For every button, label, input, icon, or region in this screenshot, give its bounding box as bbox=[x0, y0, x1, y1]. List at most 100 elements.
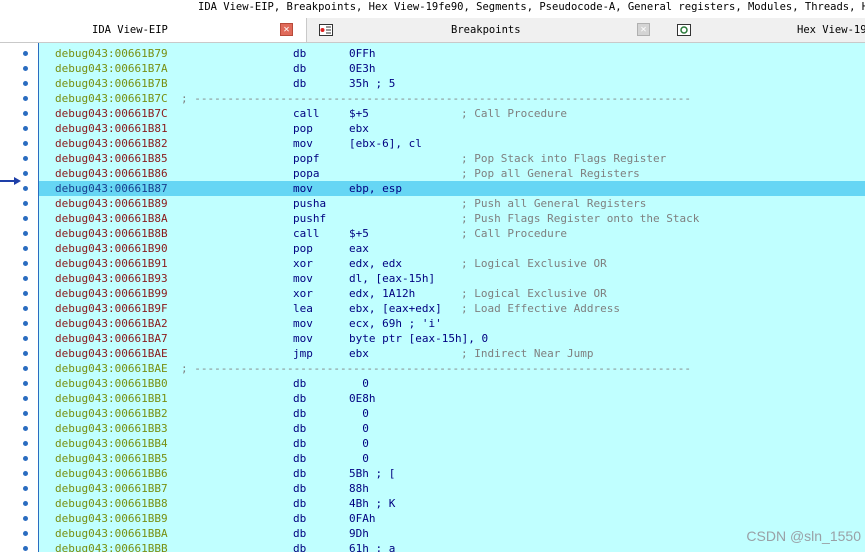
gutter-dot-icon bbox=[23, 426, 28, 431]
row-mnemonic: db bbox=[293, 422, 307, 435]
close-icon[interactable]: ✕ bbox=[637, 23, 650, 36]
disassembly-listing[interactable]: debug043:00661B79 db 0FFh debug043:00661B7A… bbox=[39, 43, 865, 552]
listing-row[interactable]: debug043:00661BB8 db 4Bh ; K bbox=[39, 496, 865, 511]
row-separator: ; --------------------------------------… bbox=[181, 92, 691, 105]
row-mnemonic: db bbox=[293, 437, 307, 450]
row-address: debug043:00661BB8 bbox=[55, 497, 168, 510]
gutter-dot-icon bbox=[23, 531, 28, 536]
row-mnemonic: mov bbox=[293, 332, 313, 345]
row-address: debug043:00661B93 bbox=[55, 272, 168, 285]
gutter-dot-icon bbox=[23, 216, 28, 221]
gutter-dot-icon bbox=[23, 201, 28, 206]
row-operands: 0FFh bbox=[349, 47, 376, 60]
listing-row[interactable]: debug043:00661BB0 db 0 bbox=[39, 376, 865, 391]
gutter-dot-icon bbox=[23, 96, 28, 101]
row-mnemonic: db bbox=[293, 452, 307, 465]
listing-row[interactable]: debug043:00661B8A pushf ; Push Flags Regis… bbox=[39, 211, 865, 226]
listing-row[interactable]: debug043:00661BBA db 9Dh bbox=[39, 526, 865, 541]
row-comment: ; Logical Exclusive OR bbox=[461, 287, 607, 300]
row-comment: ; Push Flags Register onto the Stack bbox=[461, 212, 700, 225]
row-operands: 0 bbox=[349, 452, 369, 465]
listing-row[interactable]: debug043:00661B9F lea ebx, [eax+edx] ; Load… bbox=[39, 301, 865, 316]
listing-row[interactable]: debug043:00661BA7 mov byte ptr [eax-15h], … bbox=[39, 331, 865, 346]
row-comment: ; Logical Exclusive OR bbox=[461, 257, 607, 270]
current-ip-arrow-icon bbox=[0, 177, 21, 185]
row-address: debug043:00661B87 bbox=[55, 182, 168, 195]
gutter-dot-icon bbox=[23, 171, 28, 176]
row-operands: 0FAh bbox=[349, 512, 376, 525]
listing-row[interactable]: debug043:00661B79 db 0FFh bbox=[39, 46, 865, 61]
gutter-dot-icon bbox=[23, 261, 28, 266]
listing-row[interactable]: debug043:00661BB5 db 0 bbox=[39, 451, 865, 466]
window-title-bar: IDA View-EIP, Breakpoints, Hex View-19fe… bbox=[0, 0, 865, 14]
listing-row[interactable]: debug043:00661B86 popa ; Pop all General R… bbox=[39, 166, 865, 181]
row-operands: 5Bh ; [ bbox=[349, 467, 396, 480]
close-icon[interactable]: ✕ bbox=[280, 23, 293, 36]
row-mnemonic: db bbox=[293, 527, 307, 540]
listing-row[interactable]: debug043:00661BAE ; ---------------------… bbox=[39, 361, 865, 376]
row-operands: 0E3h bbox=[349, 62, 376, 75]
tab-ida-view-eip[interactable]: IDA View-EIP ✕ bbox=[0, 18, 307, 42]
listing-row[interactable]: debug043:00661B90 pop eax bbox=[39, 241, 865, 256]
listing-row[interactable]: debug043:00661BB3 db 0 bbox=[39, 421, 865, 436]
listing-row[interactable]: debug043:00661B8B call $+5 ; Call Procedure bbox=[39, 226, 865, 241]
row-mnemonic: jmp bbox=[293, 347, 313, 360]
gutter-dot-icon bbox=[23, 516, 28, 521]
row-address: debug043:00661BBB bbox=[55, 542, 168, 552]
row-operands: $+5 bbox=[349, 107, 369, 120]
listing-row[interactable]: debug043:00661B82 mov [ebx-6], cl bbox=[39, 136, 865, 151]
gutter-dot-icon bbox=[23, 291, 28, 296]
row-operands: 0E8h bbox=[349, 392, 376, 405]
row-address: debug043:00661BB7 bbox=[55, 482, 168, 495]
tab-breakpoints-label: Breakpoints bbox=[451, 24, 521, 36]
row-mnemonic: db bbox=[293, 77, 307, 90]
row-operands: eax bbox=[349, 242, 369, 255]
row-operands: 0 bbox=[349, 407, 369, 420]
listing-row[interactable]: debug043:00661B89 pusha ; Push all General… bbox=[39, 196, 865, 211]
listing-row[interactable]: debug043:00661B81 pop ebx bbox=[39, 121, 865, 136]
gutter-dot-icon bbox=[23, 366, 28, 371]
row-mnemonic: pop bbox=[293, 122, 313, 135]
row-mnemonic: db bbox=[293, 482, 307, 495]
row-operands: byte ptr [eax-15h], 0 bbox=[349, 332, 489, 345]
listing-row[interactable]: debug043:00661B99 xor edx, 1A12h ; Logical … bbox=[39, 286, 865, 301]
listing-row-current[interactable]: debug043:00661B87 mov ebp, esp bbox=[39, 181, 865, 196]
gutter-dot-icon bbox=[23, 156, 28, 161]
listing-row[interactable]: debug043:00661B93 mov dl, [eax-15h] bbox=[39, 271, 865, 286]
listing-row[interactable]: debug043:00661B7C call $+5 ; Call Procedure bbox=[39, 106, 865, 121]
row-mnemonic: db bbox=[293, 407, 307, 420]
listing-row[interactable]: debug043:00661BB6 db 5Bh ; [ bbox=[39, 466, 865, 481]
row-address: debug043:00661B85 bbox=[55, 152, 168, 165]
row-address: debug043:00661BB4 bbox=[55, 437, 168, 450]
listing-row[interactable]: debug043:00661B85 popf ; Pop Stack into Fl… bbox=[39, 151, 865, 166]
tab-breakpoints[interactable]: Breakpoints ✕ bbox=[307, 18, 665, 42]
watermark: CSDN @sln_1550 bbox=[746, 528, 861, 544]
gutter-dot-icon bbox=[23, 81, 28, 86]
row-address: debug043:00661BAE bbox=[55, 362, 168, 375]
listing-row[interactable]: debug043:00661BB9 db 0FAh bbox=[39, 511, 865, 526]
listing-row[interactable]: debug043:00661BBB db 61h ; a bbox=[39, 541, 865, 552]
row-address: debug043:00661BA7 bbox=[55, 332, 168, 345]
listing-row[interactable]: debug043:00661BB2 db 0 bbox=[39, 406, 865, 421]
listing-row[interactable]: debug043:00661BB4 db 0 bbox=[39, 436, 865, 451]
row-mnemonic: pop bbox=[293, 242, 313, 255]
listing-row[interactable]: debug043:00661BB7 db 88h bbox=[39, 481, 865, 496]
row-address: debug043:00661B89 bbox=[55, 197, 168, 210]
tab-hex-view[interactable]: Hex View-19 bbox=[666, 18, 865, 42]
listing-row[interactable]: debug043:00661B7A db 0E3h bbox=[39, 61, 865, 76]
listing-row[interactable]: debug043:00661B7B db 35h ; 5 bbox=[39, 76, 865, 91]
row-operands: 4Bh ; K bbox=[349, 497, 396, 510]
row-mnemonic: xor bbox=[293, 257, 313, 270]
listing-row[interactable]: debug043:00661BB1 db 0E8h bbox=[39, 391, 865, 406]
row-address: debug043:00661B82 bbox=[55, 137, 168, 150]
row-mnemonic: lea bbox=[293, 302, 313, 315]
row-mnemonic: call bbox=[293, 227, 320, 240]
listing-row[interactable]: debug043:00661BA2 mov ecx, 69h ; 'i' bbox=[39, 316, 865, 331]
listing-row[interactable]: debug043:00661B7C ; ---------------------… bbox=[39, 91, 865, 106]
listing-row[interactable]: debug043:00661BAE jmp ebx ; Indirect Near J… bbox=[39, 346, 865, 361]
row-comment: ; Load Effective Address bbox=[461, 302, 620, 315]
row-mnemonic: db bbox=[293, 542, 307, 552]
listing-row[interactable]: debug043:00661B91 xor edx, edx ; Logical Ex… bbox=[39, 256, 865, 271]
row-mnemonic: mov bbox=[293, 182, 313, 195]
row-mnemonic: popa bbox=[293, 167, 320, 180]
